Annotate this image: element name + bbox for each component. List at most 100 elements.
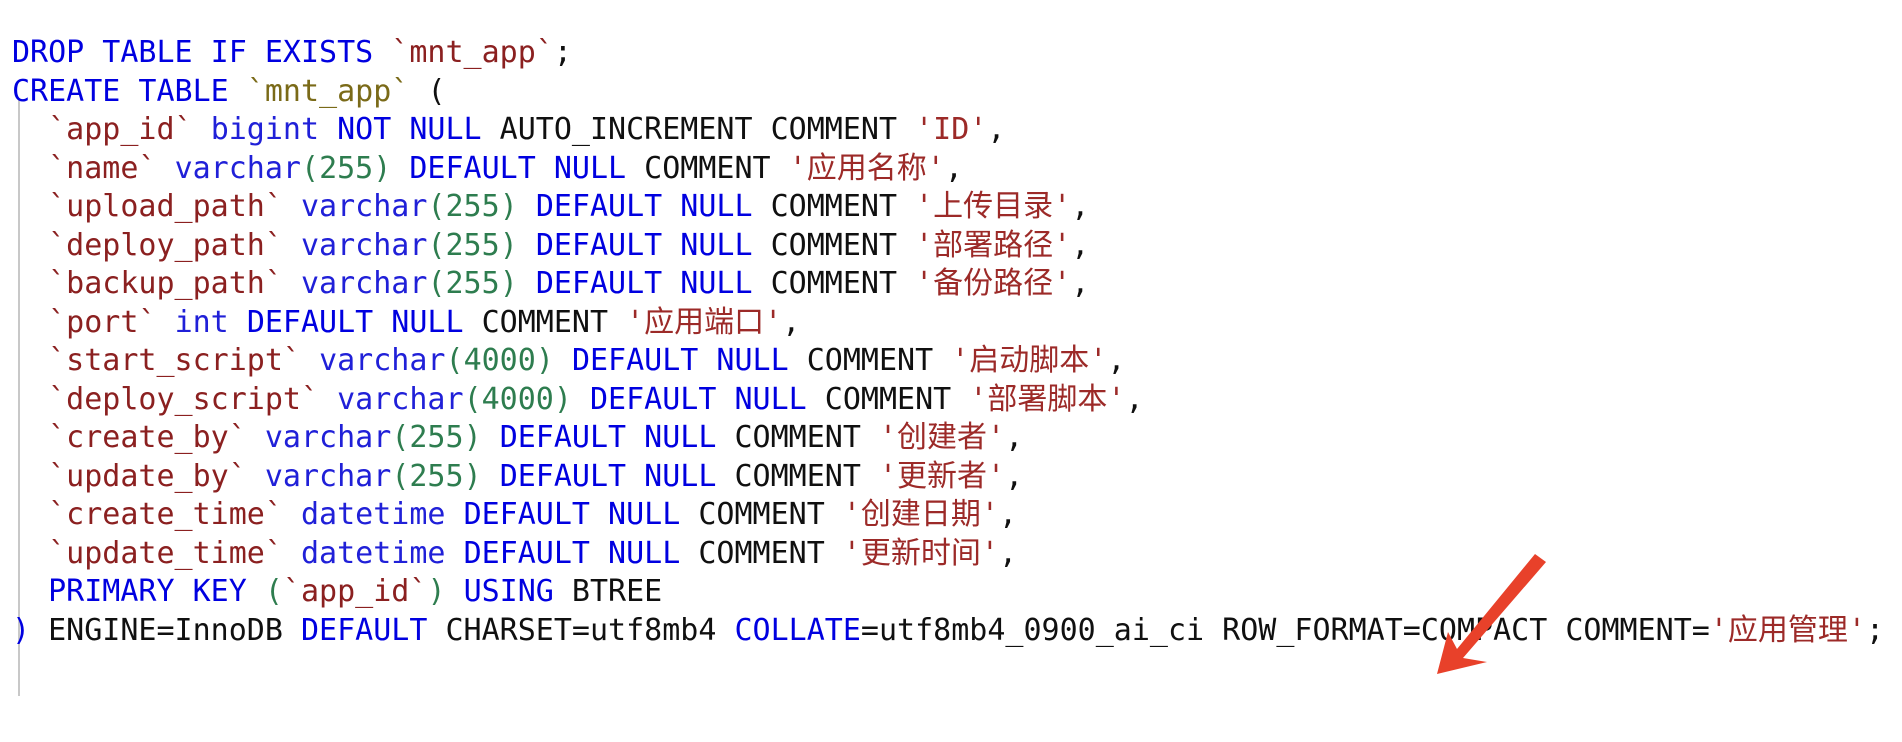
code-token-plain: COMMENT [716,458,879,494]
code-token-kw: DEFAULT NULL [409,150,627,186]
code-line[interactable]: `create_by` varchar(255) DEFAULT NULL CO… [12,419,1884,458]
code-token-plain: COMMENT [788,343,952,378]
code-token-plain: BTREE [553,574,663,609]
code-line[interactable]: `deploy_path` varchar(255) DEFAULT NULL … [12,227,1884,266]
code-token-kw: USING [463,574,554,609]
code-token-plain: COMMENT [626,150,789,186]
code-token-str: '备份路径' [915,266,1072,301]
code-token-plain: , [1071,189,1090,224]
code-token-plain: , [1107,343,1126,378]
code-token-plain: COMMENT [806,381,970,417]
code-token-kw: DEFAULT [301,612,428,648]
code-token-type: varchar [174,150,301,186]
code-line[interactable]: `deploy_script` varchar(4000) DEFAULT NU… [12,381,1884,420]
code-token-plain: COMMENT [716,420,879,455]
code-token-str: '创建者' [879,420,1006,455]
code-token-type: datetime [301,535,446,571]
code-token-plain: COMMENT [752,227,916,263]
code-token-kw: DEFAULT NULL [535,189,753,224]
code-line[interactable]: `upload_path` varchar(255) DEFAULT NULL … [12,188,1884,227]
code-surface: DROP TABLE IF EXISTS `mnt_app`; CREATE TA… [0,0,1902,742]
code-token-paren: ( [301,150,320,186]
code-line[interactable]: `create_time` datetime DEFAULT NULL COMM… [12,496,1884,535]
code-token-paren: ( [427,227,446,263]
code-line[interactable]: `update_time` datetime DEFAULT NULL COMM… [12,535,1884,574]
code-line[interactable]: ) ENGINE=InnoDB DEFAULT CHARSET=utf8mb4 … [12,612,1884,651]
code-line[interactable]: `update_by` varchar(255) DEFAULT NULL CO… [12,458,1884,497]
code-line[interactable]: `port` int DEFAULT NULL COMMENT '应用端口', [12,304,1884,343]
code-token-kw: DROP TABLE IF EXISTS [12,35,374,70]
code-token-plain: ; [553,35,572,70]
code-token-plain: , [999,497,1018,532]
code-token-ident: `mnt_app` [391,35,554,70]
code-token-type: varchar [337,381,464,417]
code-token-plain: COMMENT [680,497,843,532]
code-token-paren: ( [445,343,464,378]
code-token-type: varchar [301,189,428,224]
code-line[interactable]: `app_id` bigint NOT NULL AUTO_INCREMENT … [12,111,1884,150]
code-token-kw: DEFAULT NULL [463,535,681,571]
code-token-str: '创建日期' [842,497,999,532]
code-token-ident: `deploy_path` [48,227,283,263]
code-token-num: 255 [409,458,464,494]
code-token-type: varchar [319,343,446,378]
code-token-plain: , [1071,266,1090,301]
code-token-ident: `app_id` [282,574,428,609]
code-line[interactable]: `backup_path` varchar(255) DEFAULT NULL … [12,265,1884,304]
code-token-ident: `update_by` [48,458,247,494]
code-token-str: 'ID' [915,112,988,147]
code-token-ident: `update_time` [48,535,283,571]
code-line[interactable]: PRIMARY KEY (`app_id`) USING BTREE [12,573,1884,612]
code-token-str: '上传目录' [915,189,1072,224]
code-token-paren: ( [264,574,283,609]
code-token-plain: COMMENT [463,304,627,340]
code-token-ident: `create_time` [48,497,283,532]
code-line[interactable]: DROP TABLE IF EXISTS `mnt_app`; [12,34,1884,73]
sql-code-block[interactable]: DROP TABLE IF EXISTS `mnt_app`; CREATE TA… [0,30,1884,650]
code-token-num: 4000 [463,343,536,378]
code-token-num: 255 [409,420,464,455]
code-token-paren: ( [427,266,446,301]
code-token-kw: COLLATE [734,612,861,648]
code-token-paren: ) [463,458,482,494]
code-token-plain: ; [1865,612,1885,648]
code-token-plain: COMMENT [752,266,916,301]
code-token-str: '部署脚本' [969,381,1126,417]
code-token-plain: , [987,112,1006,147]
code-token-plain: AUTO_INCREMENT COMMENT [481,112,916,147]
code-token-type: varchar [264,458,392,494]
code-line[interactable]: `name` varchar(255) DEFAULT NULL COMMENT… [12,150,1884,189]
code-line[interactable]: CREATE TABLE `mnt_app` ( [12,73,1884,112]
code-token-plain: , [1005,420,1024,455]
code-line[interactable]: `start_script` varchar(4000) DEFAULT NUL… [12,342,1884,381]
code-token-str: '应用管理' [1709,612,1866,648]
code-token-kw: NOT NULL [337,112,482,147]
code-token-type: datetime [301,497,446,532]
code-token-type: varchar [264,420,392,455]
code-token-paren: ) [373,150,392,186]
code-token-paren: ( [391,458,410,494]
code-token-plain: , [999,535,1018,571]
code-token-plain: ENGINE=InnoDB [30,612,301,648]
code-token-ident: `create_by` [48,420,247,455]
code-token-plain: COMMENT [680,535,843,571]
